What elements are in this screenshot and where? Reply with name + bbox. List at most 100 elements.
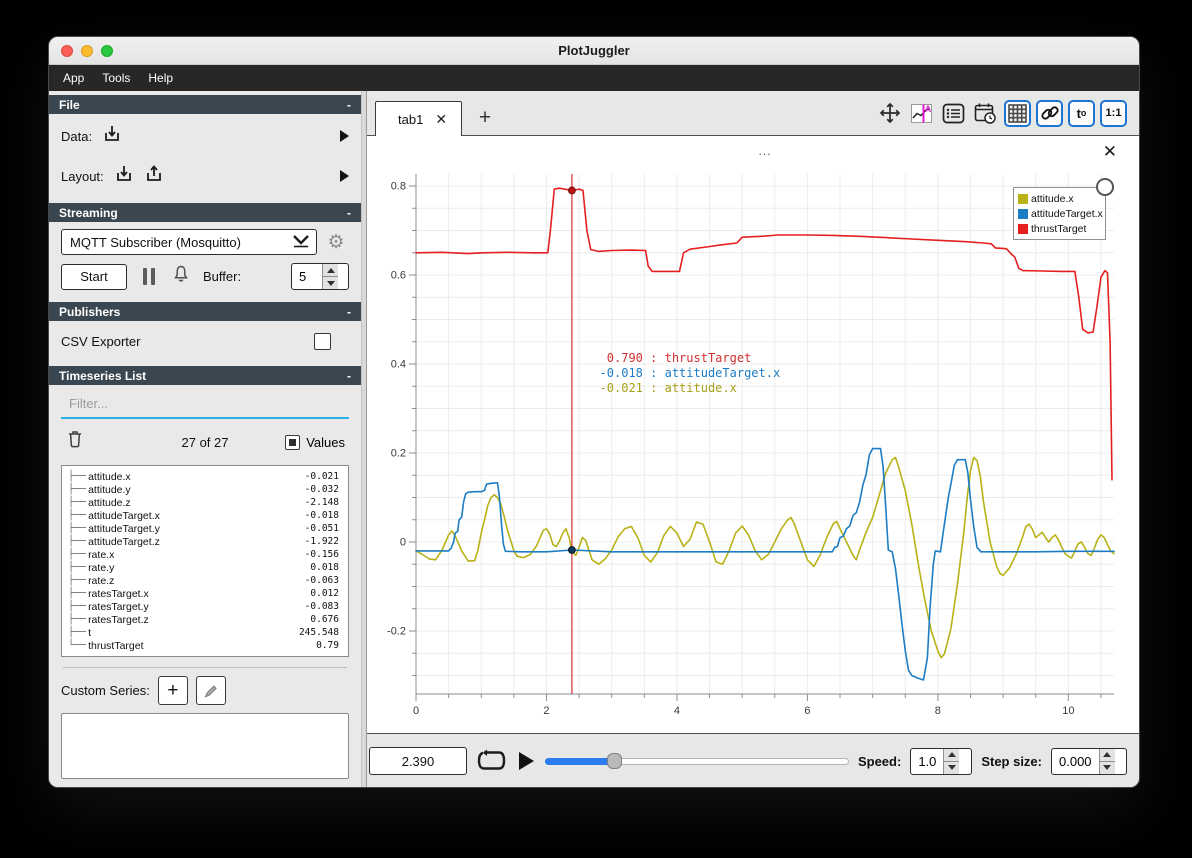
- pause-icon[interactable]: [143, 268, 155, 285]
- buffer-spinner[interactable]: 5: [291, 263, 349, 290]
- tree-branch-icon: └──: [68, 640, 87, 651]
- streaming-source-select[interactable]: MQTT Subscriber (Mosquitto): [61, 229, 317, 255]
- timeseries-row[interactable]: ├── t 245.548: [68, 626, 348, 639]
- values-checkbox[interactable]: [285, 434, 301, 450]
- streaming-source-value: MQTT Subscriber (Mosquitto): [70, 234, 241, 250]
- timeseries-row[interactable]: ├── rate.x -0.156: [68, 548, 348, 561]
- tab-close-icon[interactable]: ✕: [435, 111, 447, 128]
- timeseries-value: -0.063: [304, 575, 339, 586]
- zoom-reset-circle-icon[interactable]: [1096, 178, 1114, 196]
- move-icon[interactable]: [876, 100, 903, 127]
- timeseries-row[interactable]: ├── rate.z -0.063: [68, 574, 348, 587]
- save-layout-icon[interactable]: [144, 164, 164, 189]
- timeseries-row[interactable]: ├── attitude.x -0.021: [68, 470, 348, 483]
- collapse-file-button[interactable]: -: [347, 98, 351, 112]
- section-header-streaming[interactable]: Streaming -: [49, 203, 361, 222]
- tracker-readout: 0.790 : thrustTarget -0.018 : attitudeTar…: [599, 351, 781, 396]
- csv-exporter-checkbox[interactable]: [314, 332, 331, 350]
- buffer-increment-button[interactable]: [323, 264, 338, 277]
- collapse-streaming-button[interactable]: -: [347, 206, 351, 220]
- edit-custom-series-button[interactable]: [195, 676, 226, 705]
- tracker-reading: -0.021 : attitude.x: [599, 381, 737, 395]
- tracker-reading: -0.018 : attitudeTarget.x: [599, 366, 781, 380]
- new-tab-button[interactable]: +: [470, 101, 500, 135]
- tracker-dot-attitudeTarget: [568, 546, 576, 554]
- timeline-slider[interactable]: [545, 753, 849, 769]
- timeseries-row[interactable]: ├── attitudeTarget.z -1.922: [68, 535, 348, 548]
- load-layout-icon[interactable]: [114, 164, 134, 189]
- streaming-section: MQTT Subscriber (Mosquitto) ⚙ Start Buff…: [49, 222, 361, 298]
- timeseries-row[interactable]: ├── attitudeTarget.x -0.018: [68, 509, 348, 522]
- legend-entry[interactable]: thrustTarget: [1018, 221, 1101, 236]
- timeseries-row[interactable]: ├── attitudeTarget.y -0.051: [68, 522, 348, 535]
- timeseries-row[interactable]: ├── ratesTarget.z 0.676: [68, 613, 348, 626]
- tab-tab1[interactable]: tab1 ✕: [375, 101, 463, 136]
- publishers-header-label: Publishers: [59, 304, 121, 319]
- gear-icon[interactable]: ⚙: [323, 231, 349, 254]
- timeseries-name: ratesTarget.z: [88, 613, 149, 626]
- legend-label: attitudeTarget.x: [1031, 207, 1103, 220]
- play-button[interactable]: [516, 750, 536, 772]
- timeseries-value: -0.021: [304, 471, 339, 482]
- timeseries-name: attitude.y: [88, 483, 131, 496]
- data-label: Data:: [61, 128, 93, 144]
- tree-branch-icon: ├──: [68, 497, 87, 508]
- bell-icon[interactable]: [171, 264, 191, 289]
- step-size-spinner[interactable]: 0.000: [1051, 747, 1127, 775]
- one-to-one-icon[interactable]: 1:1: [1100, 99, 1127, 127]
- custom-series-list[interactable]: [61, 713, 349, 779]
- collapse-publishers-button[interactable]: -: [347, 305, 351, 319]
- timeseries-row[interactable]: ├── ratesTarget.y -0.083: [68, 600, 348, 613]
- buffer-decrement-button[interactable]: [323, 277, 338, 289]
- timeseries-row[interactable]: ├── attitude.y -0.032: [68, 483, 348, 496]
- timeseries-name: thrustTarget: [88, 639, 144, 652]
- collapse-timeseries-button[interactable]: -: [347, 369, 351, 383]
- section-header-publishers[interactable]: Publishers -: [49, 302, 361, 321]
- tree-branch-icon: ├──: [68, 614, 87, 625]
- legend-entry[interactable]: attitude.x: [1018, 191, 1101, 206]
- step-decrement-button[interactable]: [1099, 761, 1115, 774]
- timeseries-value: -0.051: [304, 523, 339, 534]
- plot-legend[interactable]: attitude.x attitudeTarget.x thrustTarget: [1013, 187, 1106, 240]
- speed-value: 1.0: [918, 753, 937, 769]
- timeseries-row[interactable]: └── thrustTarget 0.79: [68, 639, 348, 652]
- timeseries-row[interactable]: ├── rate.y 0.018: [68, 561, 348, 574]
- link-icon[interactable]: [1036, 99, 1063, 127]
- speed-decrement-button[interactable]: [944, 761, 960, 774]
- timeseries-row[interactable]: ├── attitude.z -2.148: [68, 496, 348, 509]
- legend-entry[interactable]: attitudeTarget.x: [1018, 206, 1103, 221]
- speed-spinner[interactable]: 1.0: [910, 747, 973, 775]
- menu-app[interactable]: App: [63, 71, 84, 85]
- timeseries-row[interactable]: ├── ratesTarget.x 0.012: [68, 587, 348, 600]
- tree-branch-icon: ├──: [68, 471, 87, 482]
- loop-icon[interactable]: [476, 748, 507, 774]
- svg-text:0: 0: [413, 705, 419, 717]
- filter-input[interactable]: [61, 392, 349, 419]
- time-field[interactable]: [369, 747, 467, 775]
- menu-tools[interactable]: Tools: [102, 71, 130, 85]
- section-header-timeseries[interactable]: Timeseries List -: [49, 366, 361, 385]
- section-header-file[interactable]: File -: [49, 95, 361, 114]
- series-thrustTarget: [415, 187, 1113, 481]
- curve-style-icon[interactable]: A: [908, 100, 935, 127]
- svg-text:0: 0: [400, 537, 406, 549]
- add-custom-series-button[interactable]: +: [157, 676, 188, 705]
- data-menu-arrow-icon[interactable]: [340, 130, 349, 142]
- list-view-icon[interactable]: [940, 100, 967, 127]
- grid-layout-icon[interactable]: [1004, 99, 1031, 127]
- speed-increment-button[interactable]: [944, 748, 960, 762]
- timeseries-list[interactable]: ├── attitude.x -0.021 ├── attitude.y -0.032…: [61, 465, 349, 657]
- tree-branch-icon: ├──: [68, 536, 87, 547]
- slider-thumb[interactable]: [606, 753, 622, 769]
- load-data-icon[interactable]: [102, 124, 122, 149]
- svg-text:0.8: 0.8: [391, 181, 406, 193]
- start-button[interactable]: Start: [61, 263, 127, 290]
- time-offset-icon[interactable]: to: [1068, 99, 1095, 127]
- trash-icon[interactable]: [65, 429, 182, 455]
- layout-menu-arrow-icon[interactable]: [340, 170, 349, 182]
- desktop-background: PlotJuggler App Tools Help File - Data:: [0, 0, 1192, 858]
- step-increment-button[interactable]: [1099, 748, 1115, 762]
- timeseries-value: -0.083: [304, 601, 339, 612]
- menu-help[interactable]: Help: [148, 71, 173, 85]
- datetime-icon[interactable]: [972, 100, 999, 127]
